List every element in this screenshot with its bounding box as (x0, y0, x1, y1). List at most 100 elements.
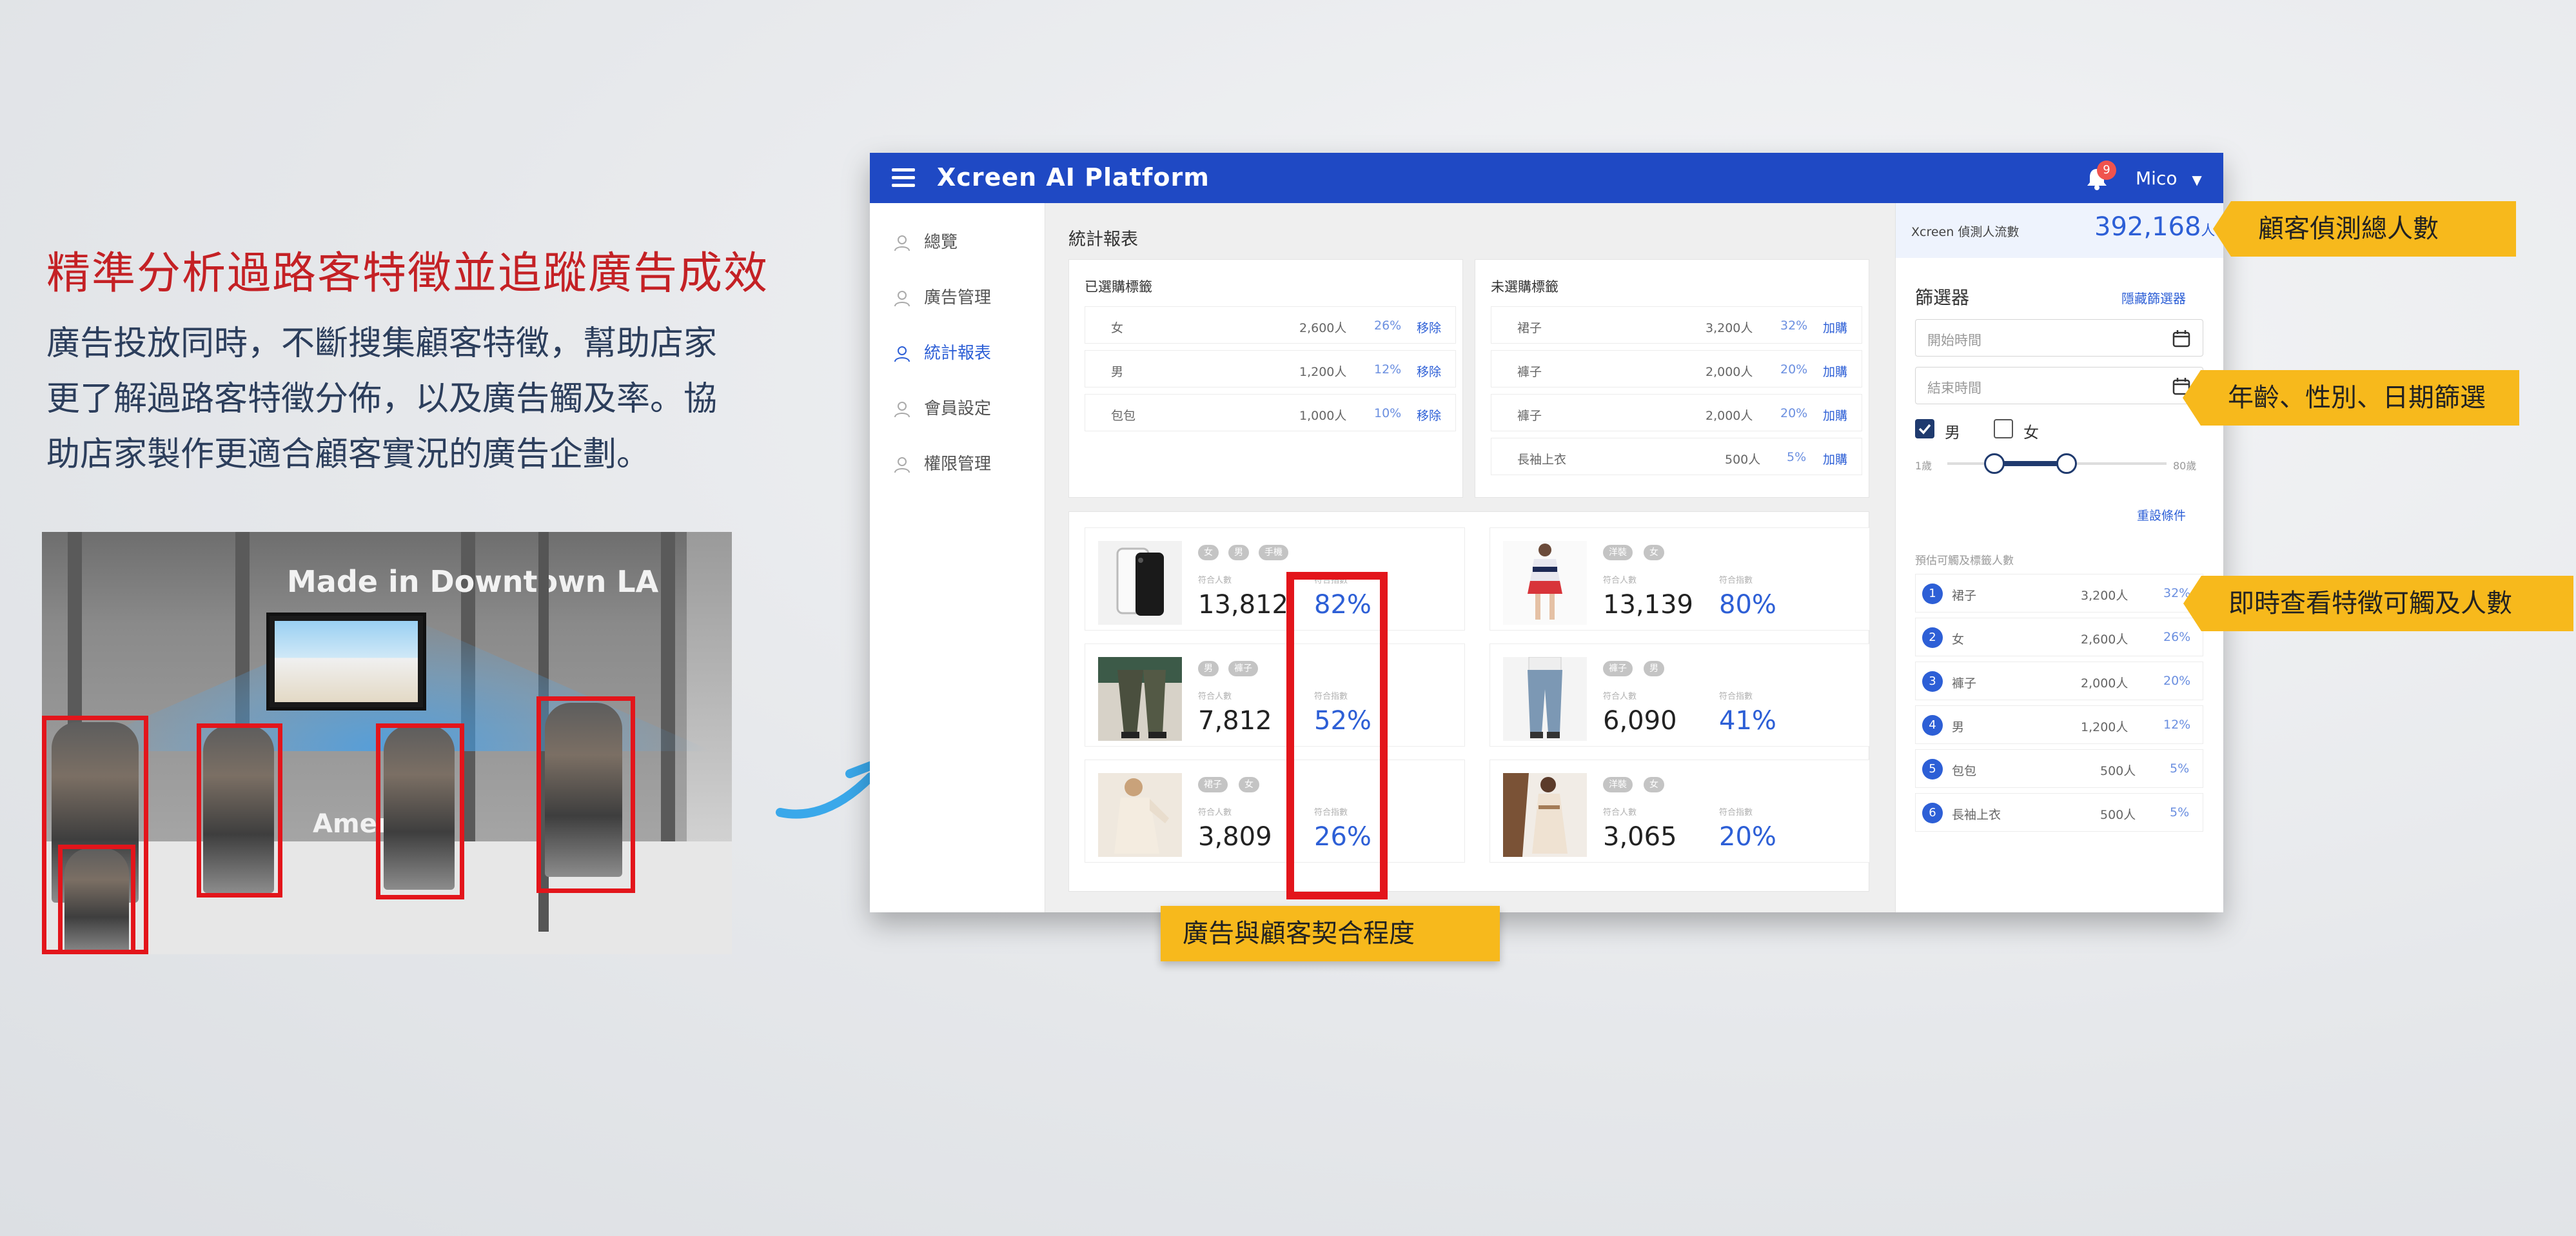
tag-count: 2,000人 (1706, 365, 1753, 379)
sidebar-item-label: 統計報表 (924, 344, 992, 363)
ad-tag: 女 (1198, 545, 1219, 560)
detect-number: 392,168 (2094, 212, 2201, 242)
selected-tags-card: 已選購標籤 女 2,600人 26% 移除 男 1,200人 12% 移除 包包… (1068, 259, 1463, 498)
user-name: Mico (2136, 168, 2178, 189)
reset-button[interactable]: 重設條件 (2137, 506, 2186, 524)
reach-label: 男 (1952, 720, 1965, 734)
add-purchase-button[interactable]: 加購 (1823, 450, 1847, 467)
description-line: 助店家製作更適合顧客實況的廣告企劃。 (46, 435, 651, 474)
sidebar-item-permissions[interactable]: 權限管理 (893, 451, 991, 476)
reach-pct: 32% (2163, 586, 2191, 600)
female-label: 女 (2023, 424, 2039, 442)
count-label: 符合人數 (1603, 808, 1637, 818)
rank-number: 1 (1922, 584, 1943, 604)
index-label: 符合指數 (1719, 692, 1753, 701)
user-icon (894, 346, 910, 362)
ad-card[interactable]: 男 褲子 符合人數 符合指數 7,812 52% (1085, 643, 1465, 747)
tag-pct: 10% (1374, 406, 1402, 420)
count-label: 符合人數 (1198, 576, 1232, 585)
reach-label: 女 (1952, 633, 1965, 647)
tag-label: 男 (1111, 365, 1124, 379)
check-icon (1918, 424, 1931, 435)
add-purchase-button[interactable]: 加購 (1823, 362, 1847, 380)
sidebar-item-overview[interactable]: 總覽 (893, 229, 958, 255)
tag-row: 長袖上衣 500人 5% 加購 (1491, 438, 1862, 475)
remove-button[interactable]: 移除 (1417, 319, 1441, 336)
male-label: 男 (1945, 424, 1960, 442)
reach-pct: 5% (2170, 761, 2190, 776)
reach-row: 3 褲子 2,000人 20% (1915, 662, 2203, 700)
notification-badge: 9 (2097, 161, 2116, 180)
female-checkbox[interactable] (1994, 419, 2013, 438)
ad-tag: 男 (1198, 661, 1219, 676)
reach-row: 5 包包 500人 5% (1915, 749, 2203, 788)
start-date-placeholder: 開始時間 (1927, 333, 1981, 348)
index-label: 符合指數 (1719, 576, 1753, 585)
calendar-icon[interactable] (2172, 329, 2191, 348)
user-icon (894, 235, 910, 251)
match-count: 6,090 (1603, 706, 1677, 736)
start-date-field[interactable]: 開始時間 (1915, 319, 2203, 357)
sidebar-item-ads[interactable]: 廣告管理 (893, 284, 991, 310)
reach-row: 4 男 1,200人 12% (1915, 705, 2203, 744)
filter-title: 篩選器 (1915, 287, 1970, 308)
sidebar-item-members[interactable]: 會員設定 (893, 395, 991, 421)
reach-row: 6 長袖上衣 500人 5% (1915, 793, 2203, 832)
user-icon (894, 290, 910, 306)
sidebar: 總覽 廣告管理 統計報表 會員設定 權限管理 (870, 203, 1045, 912)
remove-button[interactable]: 移除 (1417, 406, 1441, 424)
street-photo: Made in Downtown LA Amer (42, 532, 732, 954)
add-purchase-button[interactable]: 加購 (1823, 319, 1847, 336)
match-count: 3,065 (1603, 822, 1677, 852)
detection-box (197, 723, 282, 898)
user-icon (894, 401, 910, 417)
ad-tag: 裙子 (1198, 777, 1228, 792)
reach-pct: 26% (2163, 630, 2191, 644)
match-index: 41% (1719, 706, 1776, 736)
ad-card[interactable]: 褲子 男 符合人數 符合指數 6,090 41% (1490, 643, 1870, 747)
hide-filter-link[interactable]: 隱藏篩選器 (2121, 288, 2186, 307)
tag-pct: 20% (1780, 406, 1808, 420)
age-slider-min-handle[interactable] (1984, 453, 2005, 474)
user-menu[interactable]: Mico ▼ (2136, 168, 2202, 189)
remove-button[interactable]: 移除 (1417, 362, 1441, 380)
menu-icon[interactable] (892, 168, 915, 188)
count-label: 符合人數 (1198, 692, 1232, 701)
male-checkbox[interactable] (1915, 419, 1934, 438)
ad-card[interactable]: 裙子 女 符合人數 符合指數 3,809 26% (1085, 760, 1465, 863)
unselected-tags-card: 未選購標籤 裙子 3,200人 32% 加購 褲子 2,000人 20% 加購 … (1475, 259, 1869, 498)
detect-summary: Xcreen 偵測人流數 392,168人 (1896, 203, 2223, 258)
add-purchase-button[interactable]: 加購 (1823, 406, 1847, 424)
pants-product-image (1098, 657, 1182, 741)
phone-product-image (1098, 541, 1182, 625)
tag-label: 裙子 (1517, 321, 1542, 335)
tag-label: 包包 (1111, 409, 1136, 423)
tag-label: 褲子 (1517, 409, 1542, 423)
sidebar-item-reports[interactable]: 統計報表 (893, 340, 991, 366)
tag-row: 裙子 3,200人 32% 加購 (1491, 306, 1862, 344)
ad-tag: 洋裝 (1603, 545, 1633, 560)
reach-row: 1 裙子 3,200人 32% (1915, 574, 2203, 613)
sidebar-item-label: 廣告管理 (924, 288, 992, 308)
tag-pct: 32% (1780, 319, 1808, 333)
card-title: 未選購標籤 (1491, 279, 1558, 295)
reach-label: 長袖上衣 (1952, 808, 2001, 822)
description-line: 廣告投放同時，不斷搜集顧客特徵，幫助店家 (46, 324, 718, 363)
ad-tag: 褲子 (1228, 661, 1258, 676)
description-paragraph: 廣告投放同時，不斷搜集顧客特徵，幫助店家 更了解過路客特徵分佈，以及廣告觸及率。… (46, 316, 820, 482)
page-title: 統計報表 (1068, 230, 1138, 250)
dashboard-window: Xcreen AI Platform 9 Mico ▼ 總覽 廣告管理 統計報表… (870, 153, 2223, 912)
reach-pct: 20% (2163, 674, 2191, 688)
count-label: 符合人數 (1603, 576, 1637, 585)
age-slider-max-handle[interactable] (2056, 453, 2078, 474)
skirt-product-image (1098, 773, 1182, 857)
age-min-label: 1歲 (1915, 460, 1932, 472)
tag-count: 2,600人 (1299, 321, 1347, 335)
ad-card[interactable]: 洋裝 女 符合人數 符合指數 3,065 20% (1490, 760, 1870, 863)
end-date-field[interactable]: 結束時間 (1915, 367, 2203, 404)
sidebar-item-label: 總覽 (924, 233, 958, 252)
tag-row: 褲子 2,000人 20% 加購 (1491, 394, 1862, 431)
tag-label: 女 (1111, 321, 1124, 335)
ad-card[interactable]: 洋裝 女 符合人數 符合指數 13,139 80% (1490, 527, 1870, 631)
ad-card[interactable]: 女 男 手機 符合人數 符合指數 13,812 82% (1085, 527, 1465, 631)
